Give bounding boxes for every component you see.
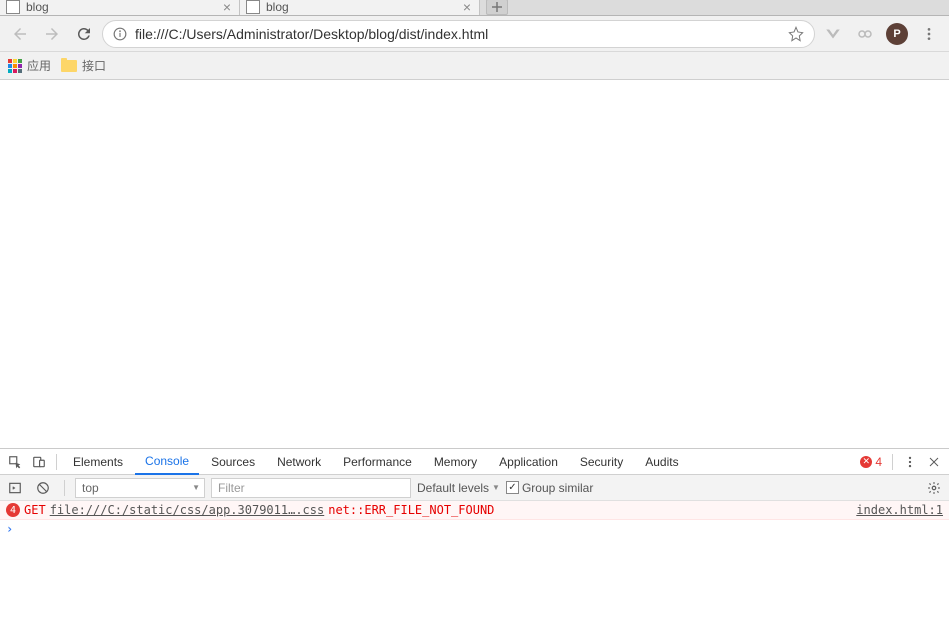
log-levels-select[interactable]: Default levels ▼	[417, 481, 500, 495]
reload-button[interactable]	[70, 20, 98, 48]
bookmark-folder[interactable]: 接口	[61, 57, 106, 74]
menu-button[interactable]	[915, 20, 943, 48]
tab-favicon-icon	[6, 0, 20, 14]
browser-tab[interactable]: blog ×	[240, 0, 480, 15]
tab-audits[interactable]: Audits	[635, 449, 688, 475]
bookmarks-bar: 应用 接口	[0, 52, 949, 80]
error-code: net::ERR_FILE_NOT_FOUND	[328, 503, 494, 517]
address-bar[interactable]: file:///C:/Users/Administrator/Desktop/b…	[102, 20, 815, 48]
forward-button[interactable]	[38, 20, 66, 48]
tab-performance[interactable]: Performance	[333, 449, 422, 475]
extension-vpn-icon[interactable]	[819, 20, 847, 48]
apps-button[interactable]: 应用	[8, 57, 51, 74]
browser-tab[interactable]: blog ×	[0, 0, 240, 15]
tab-title: blog	[26, 0, 217, 14]
browser-tab-strip: blog × blog ×	[0, 0, 949, 16]
tab-application[interactable]: Application	[489, 449, 568, 475]
error-url[interactable]: file:///C:/static/css/app.3079011….css	[50, 503, 325, 517]
browser-toolbar: file:///C:/Users/Administrator/Desktop/b…	[0, 16, 949, 52]
tab-close-icon[interactable]: ×	[463, 0, 471, 15]
star-icon[interactable]	[788, 26, 804, 42]
console-sidebar-toggle-icon[interactable]	[4, 477, 26, 499]
filter-placeholder: Filter	[218, 481, 245, 495]
error-badge-icon: 4	[6, 503, 20, 517]
context-select[interactable]: top	[75, 478, 205, 498]
console-output: 4 GET file:///C:/static/css/app.3079011……	[0, 501, 949, 634]
tab-favicon-icon	[246, 0, 260, 14]
back-button[interactable]	[6, 20, 34, 48]
error-method: GET	[24, 503, 46, 517]
device-toolbar-icon[interactable]	[28, 451, 50, 473]
log-levels-label: Default levels	[417, 481, 489, 495]
url-text: file:///C:/Users/Administrator/Desktop/b…	[135, 26, 780, 42]
error-dot-icon: ✕	[860, 456, 872, 468]
page-viewport	[0, 80, 949, 448]
error-count: 4	[875, 455, 882, 469]
tab-close-icon[interactable]: ×	[223, 0, 231, 15]
avatar: P	[886, 23, 908, 45]
group-similar-checkbox[interactable]: Group similar	[506, 481, 593, 495]
console-toolbar: top Filter Default levels ▼ Group simila…	[0, 475, 949, 501]
console-error-row[interactable]: 4 GET file:///C:/static/css/app.3079011……	[0, 501, 949, 520]
apps-grid-icon	[8, 59, 22, 73]
site-info-icon[interactable]	[113, 27, 127, 41]
bookmark-label: 接口	[82, 57, 106, 74]
new-tab-button[interactable]	[486, 0, 508, 15]
tab-sources[interactable]: Sources	[201, 449, 265, 475]
error-count-badge[interactable]: ✕ 4	[856, 455, 886, 469]
prompt-caret-icon: ›	[6, 522, 13, 536]
group-similar-label: Group similar	[522, 481, 593, 495]
devtools-close-icon[interactable]	[923, 451, 945, 473]
devtools-tab-bar: Elements Console Sources Network Perform…	[0, 449, 949, 475]
error-source-link[interactable]: index.html:1	[856, 503, 943, 517]
console-prompt[interactable]: ›	[0, 520, 949, 538]
checkbox-icon	[506, 481, 519, 494]
tab-network[interactable]: Network	[267, 449, 331, 475]
devtools-panel: Elements Console Sources Network Perform…	[0, 448, 949, 634]
clear-console-icon[interactable]	[32, 477, 54, 499]
context-value: top	[82, 481, 99, 495]
filter-input[interactable]: Filter	[211, 478, 411, 498]
folder-icon	[61, 60, 77, 72]
console-settings-icon[interactable]	[923, 477, 945, 499]
profile-button[interactable]: P	[883, 20, 911, 48]
inspect-element-icon[interactable]	[4, 451, 26, 473]
apps-label: 应用	[27, 57, 51, 74]
devtools-menu-icon[interactable]	[899, 451, 921, 473]
tab-security[interactable]: Security	[570, 449, 633, 475]
tab-title: blog	[266, 0, 457, 14]
tab-memory[interactable]: Memory	[424, 449, 487, 475]
extension-link-icon[interactable]	[851, 20, 879, 48]
tab-elements[interactable]: Elements	[63, 449, 133, 475]
tab-console[interactable]: Console	[135, 449, 199, 475]
